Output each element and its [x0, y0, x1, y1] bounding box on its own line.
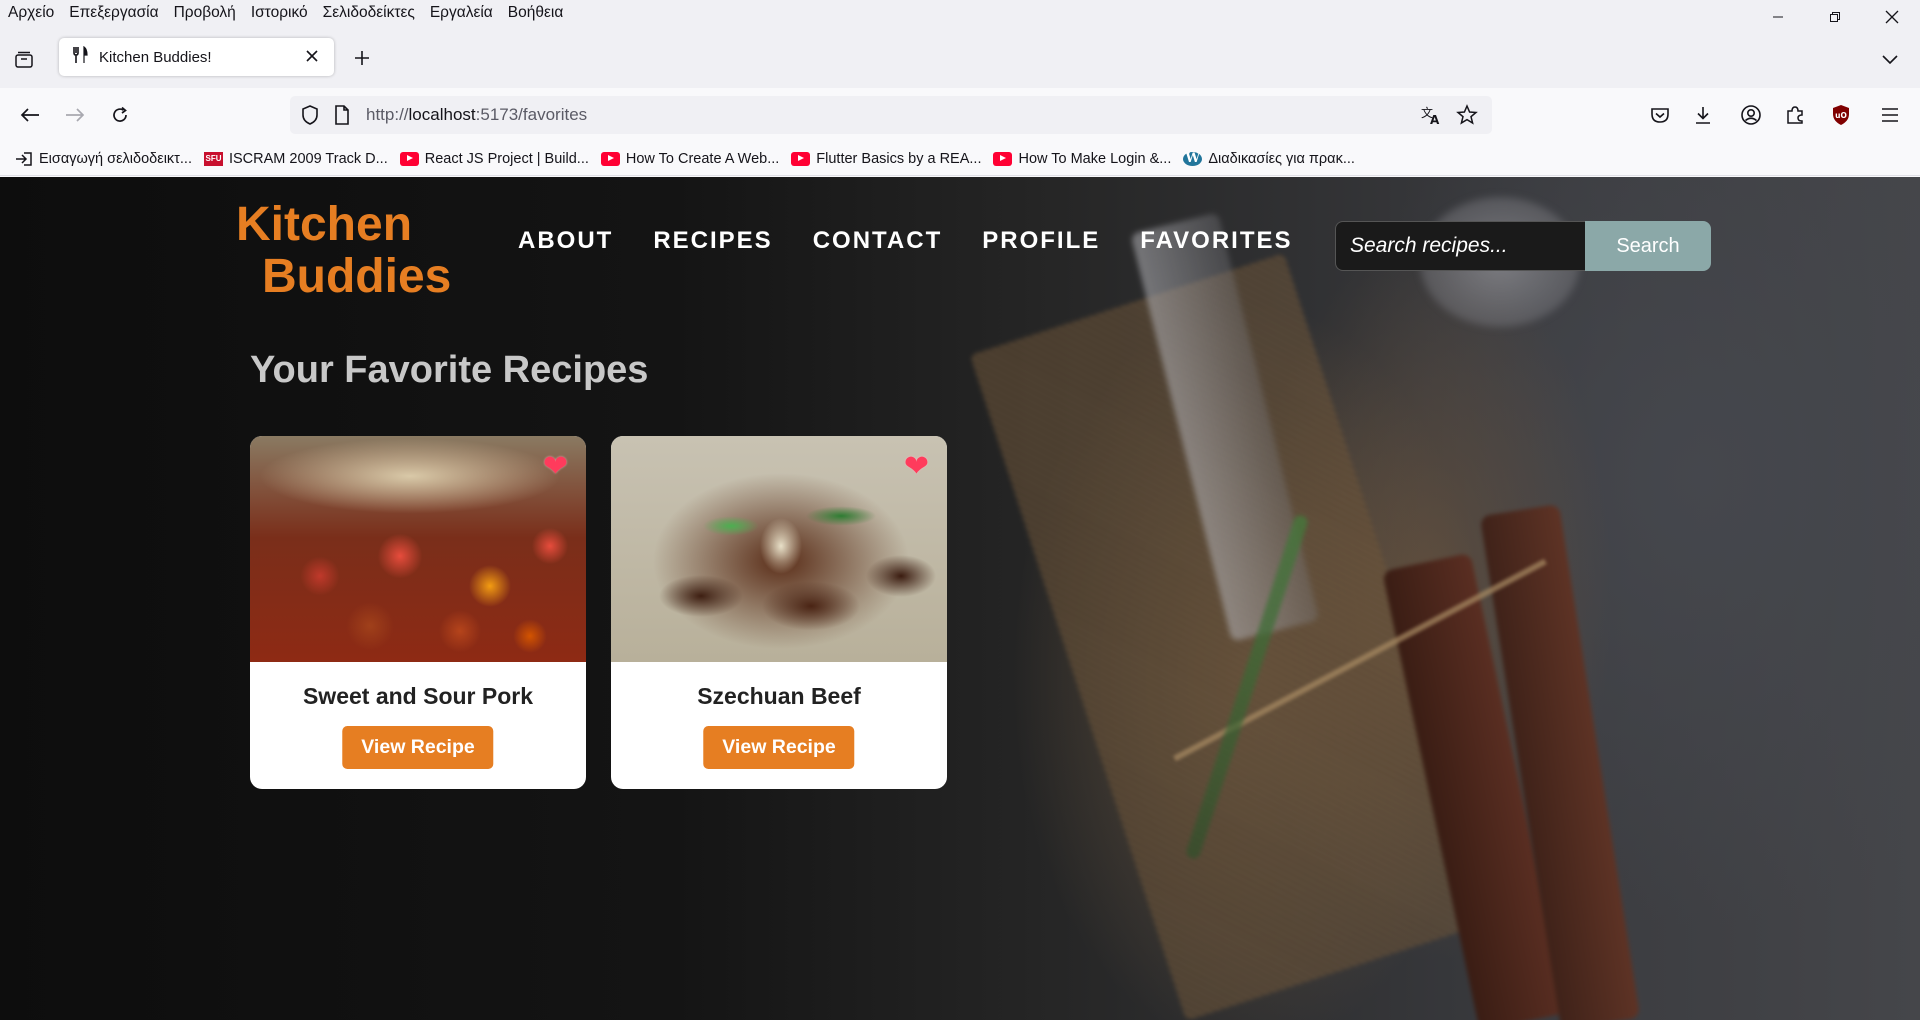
youtube-icon — [993, 151, 1013, 166]
page-info-icon[interactable] — [333, 104, 351, 131]
svg-text:uO: uO — [1835, 111, 1847, 120]
page-viewport: Kitchen Buddies ABOUT RECIPES CONTACT PR… — [0, 177, 1920, 1020]
back-arrow-icon — [20, 108, 39, 122]
menu-tools[interactable]: Εργαλεία — [422, 4, 500, 22]
address-bar[interactable]: http://localhost:5173/favorites 文A — [290, 96, 1492, 134]
list-all-tabs-button[interactable] — [1878, 48, 1902, 72]
logo-line-1: Kitchen — [236, 198, 413, 251]
restore-icon — [1829, 11, 1840, 22]
minimize-icon — [1772, 16, 1783, 17]
recipe-image: ❤ — [611, 436, 947, 662]
nav-contact[interactable]: CONTACT — [813, 227, 943, 255]
import-icon — [14, 151, 33, 166]
reload-icon — [113, 106, 127, 122]
plus-icon — [355, 51, 369, 65]
hamburger-menu-icon — [1882, 108, 1898, 122]
svg-text:A: A — [1430, 113, 1440, 126]
favorites-list: ❤ Sweet and Sour Pork View Recipe ❤ Szec… — [250, 436, 972, 789]
bookmark-label: How To Create A Web... — [625, 150, 780, 167]
logo-line-2: Buddies — [262, 250, 452, 303]
bookmark-iscram[interactable]: SFU ISCRAM 2009 Track D... — [203, 150, 388, 167]
bookmark-create-web[interactable]: How To Create A Web... — [600, 150, 780, 167]
menu-bookmarks[interactable]: Σελιδοδείκτες — [315, 4, 422, 22]
site-logo[interactable]: Kitchen Buddies — [236, 199, 451, 303]
heart-icon[interactable]: ❤ — [904, 452, 929, 482]
recipe-card: ❤ Szechuan Beef View Recipe — [611, 436, 947, 789]
translate-icon[interactable]: 文A — [1420, 104, 1442, 131]
bookmarks-toolbar: Εισαγωγή σελιδοδεικτ... SFU ISCRAM 2009 … — [0, 142, 1920, 176]
bookmark-label: ISCRAM 2009 Track D... — [228, 150, 388, 167]
bookmark-react-project[interactable]: React JS Project | Build... — [399, 150, 589, 167]
download-icon — [1696, 107, 1710, 124]
ublock-shield-icon: uO — [1833, 105, 1849, 125]
recipe-search: Search — [1335, 221, 1711, 271]
new-tab-button[interactable] — [350, 48, 374, 72]
close-tab-icon[interactable] — [302, 47, 322, 67]
extensions-button[interactable] — [1780, 100, 1810, 130]
site-header: Kitchen Buddies ABOUT RECIPES CONTACT PR… — [0, 177, 1920, 307]
url-text: http://localhost:5173/favorites — [366, 105, 588, 124]
wordpress-icon: W — [1183, 151, 1203, 166]
account-button[interactable] — [1736, 100, 1766, 130]
bookmark-flutter-basics[interactable]: Flutter Basics by a REA... — [791, 151, 981, 167]
firefox-view-icon — [15, 51, 33, 68]
forward-arrow-icon — [66, 108, 85, 122]
menu-history[interactable]: Ιστορικό — [243, 4, 315, 22]
bookmark-label: Διαδικασίες για πρακ... — [1208, 150, 1355, 167]
account-icon — [1741, 105, 1761, 125]
youtube-icon — [399, 151, 419, 166]
puzzle-piece-icon — [1787, 106, 1803, 124]
page-title: Your Favorite Recipes — [250, 349, 649, 391]
downloads-button[interactable] — [1688, 100, 1718, 130]
nav-about[interactable]: ABOUT — [518, 227, 613, 255]
bookmark-make-login[interactable]: How To Make Login &... — [993, 151, 1171, 167]
view-recipe-button[interactable]: View Recipe — [703, 726, 855, 769]
close-icon — [1885, 10, 1898, 23]
chevron-down-icon — [1882, 55, 1898, 65]
bookmark-label: How To Make Login &... — [1018, 150, 1172, 167]
bookmark-label: Εισαγωγή σελιδοδεικτ... — [39, 150, 192, 167]
nav-recipes[interactable]: RECIPES — [653, 227, 772, 255]
tab-strip: Kitchen Buddies! — [0, 26, 1920, 88]
app-menu-button[interactable] — [1875, 100, 1905, 130]
menu-help[interactable]: Βοήθεια — [500, 4, 571, 22]
fork-knife-icon — [71, 45, 91, 69]
youtube-icon — [600, 151, 620, 166]
nav-profile[interactable]: PROFILE — [982, 227, 1100, 255]
pocket-icon — [1651, 108, 1669, 123]
firefox-view-button[interactable] — [10, 48, 38, 72]
bookmark-label: React JS Project | Build... — [424, 150, 589, 167]
menu-edit[interactable]: Επεξεργασία — [62, 4, 166, 22]
bookmark-label: Flutter Basics by a REA... — [816, 150, 982, 167]
tab-title: Kitchen Buddies! — [99, 48, 212, 66]
heart-icon[interactable]: ❤ — [543, 452, 568, 482]
recipe-name: Sweet and Sour Pork — [302, 683, 534, 709]
navigation-toolbar: http://localhost:5173/favorites 文A uO — [0, 88, 1920, 142]
recipe-image: ❤ — [250, 436, 586, 662]
search-button[interactable]: Search — [1585, 221, 1711, 271]
recipe-card: ❤ Sweet and Sour Pork View Recipe — [250, 436, 586, 789]
recipe-name: Szechuan Beef — [697, 683, 861, 709]
tab-kitchen-buddies[interactable]: Kitchen Buddies! — [59, 38, 334, 76]
view-recipe-button[interactable]: View Recipe — [342, 726, 494, 769]
ublock-origin-button[interactable]: uO — [1826, 100, 1856, 130]
menu-bar: Αρχείο Επεξεργασία Προβολή Ιστορικό Σελι… — [0, 0, 1920, 26]
tracking-protection-shield-icon[interactable] — [300, 104, 320, 131]
menu-view[interactable]: Προβολή — [166, 4, 243, 22]
search-input[interactable] — [1335, 221, 1585, 271]
sfu-icon: SFU — [203, 151, 223, 166]
menu-file[interactable]: Αρχείο — [0, 4, 62, 22]
bookmark-star-icon[interactable] — [1456, 104, 1478, 131]
bookmark-diadikasies[interactable]: W Διαδικασίες για πρακ... — [1183, 151, 1355, 167]
site-nav: ABOUT RECIPES CONTACT PROFILE FAVORITES — [518, 227, 1333, 255]
nav-favorites[interactable]: FAVORITES — [1140, 227, 1292, 255]
forward-button[interactable] — [60, 100, 90, 130]
reload-button[interactable] — [105, 100, 135, 130]
pocket-button[interactable] — [1645, 100, 1675, 130]
bookmark-import[interactable]: Εισαγωγή σελιδοδεικτ... — [14, 151, 192, 167]
back-button[interactable] — [15, 100, 45, 130]
youtube-icon — [791, 151, 811, 166]
